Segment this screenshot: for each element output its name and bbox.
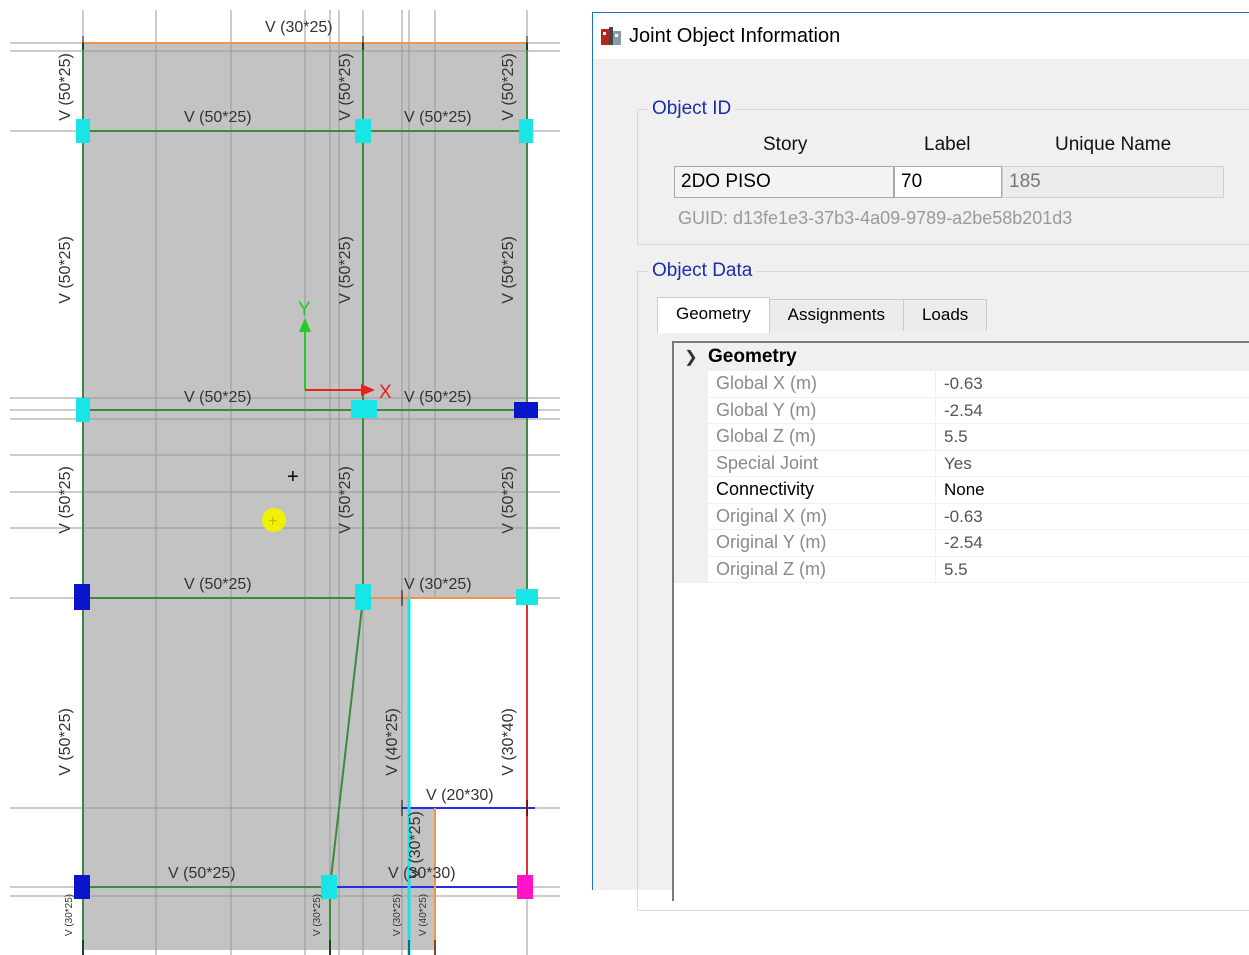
axis-y-label: Y xyxy=(298,299,311,320)
property-value[interactable]: 5.5 xyxy=(936,557,1249,583)
joint-marker xyxy=(355,119,371,143)
joint-marker xyxy=(516,589,538,605)
beam-label-vertical: V (30*25) xyxy=(64,894,75,936)
unique-name-field: 185 xyxy=(1002,166,1224,198)
property-row[interactable]: Connectivity None xyxy=(674,477,1249,504)
property-name: Original Z (m) xyxy=(708,556,936,583)
object-data-legend: Object Data xyxy=(648,260,757,282)
axis-x-label: X xyxy=(379,382,392,403)
category-label: Geometry xyxy=(708,346,797,367)
story-field[interactable]: 2DO PISO xyxy=(674,166,894,198)
joint-marker xyxy=(74,584,90,610)
beam-label-vertical: V (50*25) xyxy=(337,466,354,534)
joint-marker xyxy=(355,584,371,610)
joint-marker xyxy=(74,875,90,899)
slab-area xyxy=(83,598,409,950)
beam-label: V (50*25) xyxy=(184,576,252,593)
property-row[interactable]: Original Z (m) 5.5 xyxy=(674,556,1249,583)
property-value[interactable]: -0.63 xyxy=(936,504,1249,530)
beam-label-vertical: V (30*40) xyxy=(500,708,517,776)
property-name: Connectivity xyxy=(708,477,936,504)
property-name: Global Y (m) xyxy=(708,397,936,424)
beam-label-vertical: V (50*25) xyxy=(57,53,74,121)
beam-label-vertical: V (40*25) xyxy=(418,894,429,936)
col-header-story: Story xyxy=(763,134,808,155)
beam-label-vertical: V (50*25) xyxy=(500,466,517,534)
property-value[interactable]: -2.54 xyxy=(936,398,1249,424)
joint-marker xyxy=(76,119,90,143)
tab-assignments[interactable]: Assignments xyxy=(768,299,904,331)
property-row[interactable]: Global Z (m) 5.5 xyxy=(674,424,1249,451)
property-row[interactable]: Original Y (m) -2.54 xyxy=(674,530,1249,557)
beam-label-vertical: V (50*25) xyxy=(337,236,354,304)
beam-label: V (50*25) xyxy=(404,389,472,406)
property-value[interactable]: Yes xyxy=(936,451,1249,477)
label-field[interactable]: 70 xyxy=(894,166,1002,198)
joint-info-dialog[interactable]: Joint Object Information Object ID Story… xyxy=(592,12,1249,911)
beam-label-vertical: V (50*25) xyxy=(57,236,74,304)
property-name: Special Joint xyxy=(708,450,936,477)
tab-strip: Geometry Assignments Loads xyxy=(657,297,988,333)
beam-label-vertical: V (50*25) xyxy=(500,53,517,121)
joint-marker xyxy=(321,875,337,899)
dialog-title: Joint Object Information xyxy=(629,24,841,47)
property-row[interactable]: Global Y (m) -2.54 xyxy=(674,397,1249,424)
beam-label-vertical: V (40*25) xyxy=(384,708,401,776)
col-header-unique-name: Unique Name xyxy=(1055,134,1172,155)
property-value[interactable]: -0.63 xyxy=(936,371,1249,398)
property-row[interactable]: Original X (m) -0.63 xyxy=(674,503,1249,530)
beam-label-vertical: V (50*25) xyxy=(57,466,74,534)
plan-view[interactable]: Y X + + V (30*25) V (50*25) V (50*25) V (5… xyxy=(0,0,570,955)
cursor-highlight-cross: + xyxy=(268,513,277,530)
beam-label: V (50*25) xyxy=(184,389,252,406)
col-header-label: Label xyxy=(924,134,971,155)
object-id-legend: Object ID xyxy=(648,98,736,120)
title-bar[interactable]: Joint Object Information xyxy=(593,13,1249,59)
property-grid[interactable]: ❯ Geometry Global X (m) -0.63 Global Y (… xyxy=(672,341,1249,901)
joint-marker xyxy=(76,398,90,422)
beam-label: V (50*25) xyxy=(168,865,236,882)
beam-label-vertical: V (50*25) xyxy=(500,236,517,304)
beam-label-vertical: V (50*25) xyxy=(57,708,74,776)
property-name: Global X (m) xyxy=(708,371,936,398)
property-value[interactable]: -2.54 xyxy=(936,530,1249,557)
property-name: Original X (m) xyxy=(708,503,936,530)
property-value[interactable]: None xyxy=(936,477,1249,504)
tab-geometry[interactable]: Geometry xyxy=(657,297,770,333)
property-name: Original Y (m) xyxy=(708,530,936,557)
tab-loads[interactable]: Loads xyxy=(902,299,988,331)
beam-label: V (50*25) xyxy=(404,109,472,126)
guid-text: GUID: d13fe1e3-37b3-4a09-9789-a2be58b201… xyxy=(678,208,1073,228)
property-row[interactable]: Global X (m) -0.63 xyxy=(674,371,1249,398)
chevron-down-icon[interactable]: ❯ xyxy=(674,347,708,367)
property-row[interactable]: Special Joint Yes xyxy=(674,450,1249,477)
beam-label-vertical: V (30*25) xyxy=(407,811,424,879)
joint-marker xyxy=(351,400,377,418)
beam-label-top: V (30*25) xyxy=(265,19,333,36)
property-name: Global Z (m) xyxy=(708,424,936,451)
beam-label: V (20*30) xyxy=(426,787,494,804)
joint-marker xyxy=(517,875,533,899)
joint-marker xyxy=(519,119,533,143)
object-id-group: Object ID Story Label Unique Name 2DO PI… xyxy=(637,98,1249,245)
beam-label-vertical: V (50*25) xyxy=(337,53,354,121)
property-value[interactable]: 5.5 xyxy=(936,424,1249,451)
joint-marker xyxy=(514,402,538,418)
category-row-geometry[interactable]: ❯ Geometry xyxy=(674,343,1249,371)
cursor-crosshair: + xyxy=(287,466,299,488)
beam-label-vertical: V (30*25) xyxy=(312,894,323,936)
beam-label: V (30*25) xyxy=(404,576,472,593)
plan-canvas[interactable]: Y X + + V (30*25) V (50*25) V (50*25) V (5… xyxy=(0,0,570,955)
etabs-app-icon xyxy=(601,27,621,45)
beam-label-vertical: V (30*25) xyxy=(392,894,403,936)
beam-label: V (50*25) xyxy=(184,109,252,126)
